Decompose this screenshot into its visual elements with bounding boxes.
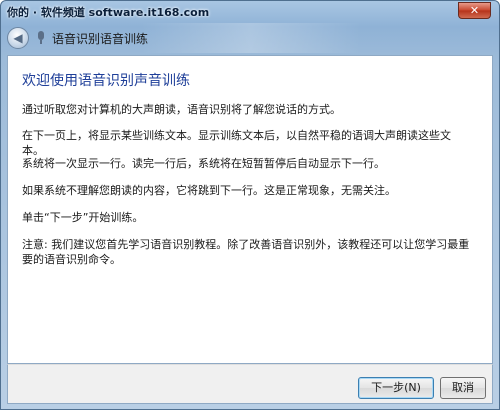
paragraph-next-page: 在下一页上，将显示某些训练文本。显示训练文本后，以自然平稳的语调大声朗读这些文本… xyxy=(22,129,451,157)
cancel-button[interactable]: 取消 xyxy=(440,377,486,399)
content-panel: 欢迎使用语音识别声音训练 通过听取您对计算机的大声朗读，语音识别将了解您说话的方… xyxy=(7,55,493,364)
paragraph-intro: 通过听取您对计算机的大声朗读，语音识别将了解您说话的方式。 xyxy=(22,103,341,116)
close-button[interactable]: ✕ xyxy=(458,2,491,19)
paragraph-not-understood: 如果系统不理解您朗读的内容，它将跳到下一行。这是正常现象，无需关注。 xyxy=(22,184,396,197)
window-title: 语音识别语音训练 xyxy=(52,31,149,46)
paragraph-click-next: 单击“下一步”开始训练。 xyxy=(22,211,144,224)
microphone-icon xyxy=(37,31,45,45)
back-button[interactable]: ◀ xyxy=(7,27,29,49)
next-button[interactable]: 下一步(N) xyxy=(358,377,434,399)
navigation-bar: ◀ 语音识别语音训练 xyxy=(7,25,487,51)
button-bar: 下一步(N) 取消 xyxy=(7,364,493,404)
watermark-text: 你的 · 软件频道 software.it168.com xyxy=(7,6,210,19)
paragraph-note: 注意: 我们建议您首先学习语音识别教程。除了改善语音识别外，该教程还可以让您学习… xyxy=(22,238,470,266)
page-heading: 欢迎使用语音识别声音训练 xyxy=(22,73,190,89)
paragraph-one-line: 系统将一次显示一行。读完一行后，系统将在短暂暂停后自动显示下一行。 xyxy=(22,157,385,170)
arrow-left-icon: ◀ xyxy=(13,31,23,45)
wizard-window: 你的 · 软件频道 software.it168.com ✕ ◀ 语音识别语音训… xyxy=(0,0,500,410)
